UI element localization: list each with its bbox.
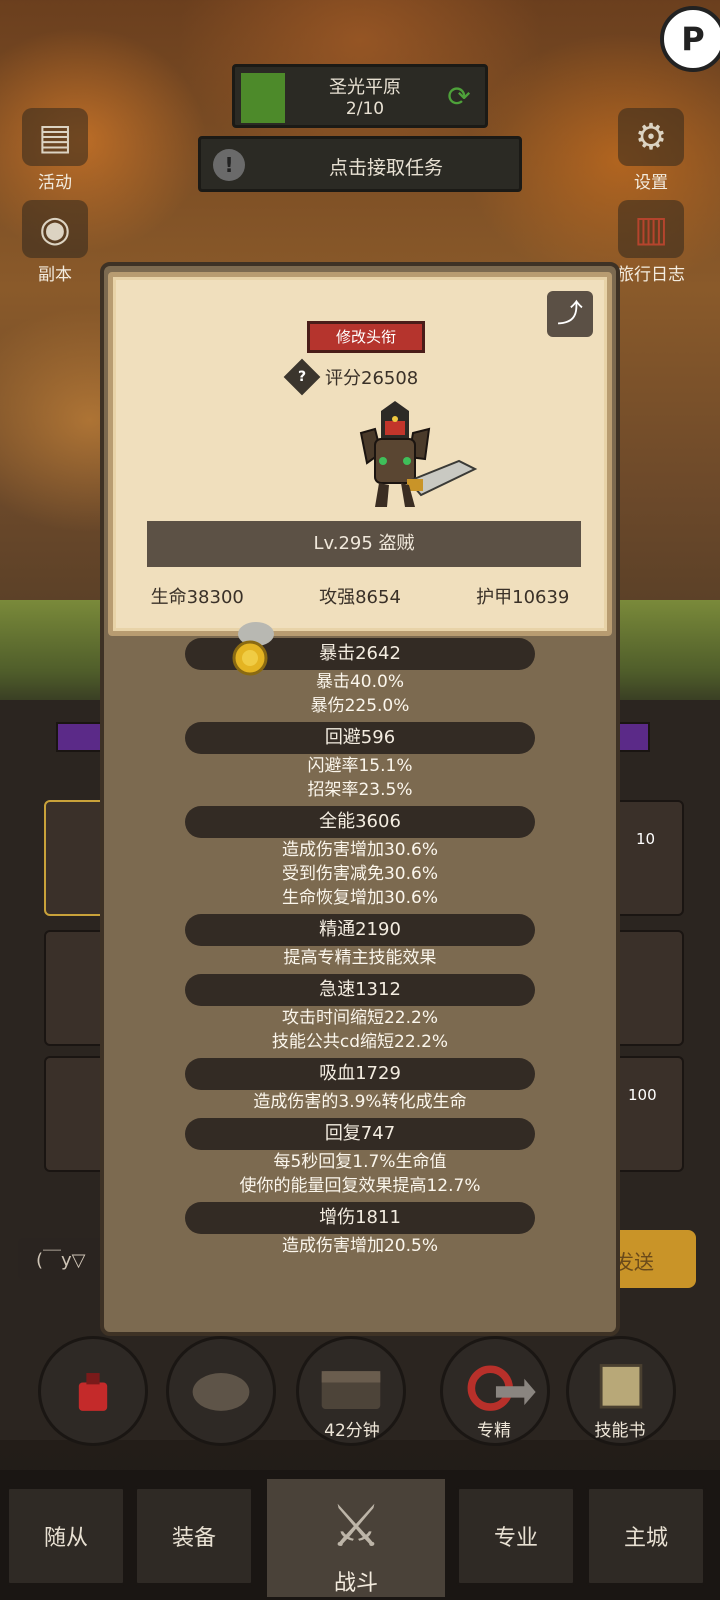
edit-title-button[interactable]: 修改头衔 (307, 321, 425, 353)
attribute-header: 增伤1811 (185, 1202, 535, 1234)
attribute-group: 精通2190 提高专精主技能效果 (104, 914, 616, 970)
attribute-group: 吸血1729 造成伤害的3.9%转化成生命 (104, 1058, 616, 1114)
refresh-icon[interactable]: ⟳ (443, 81, 475, 113)
attribute-detail: 造成伤害增加20.5% (281, 1236, 438, 1256)
attribute-header: 急速1312 (185, 974, 535, 1006)
scroll-icon: ▤ (22, 108, 88, 166)
potion-button[interactable] (38, 1336, 148, 1446)
slot-count-badge: 10 (636, 830, 656, 848)
tab-followers[interactable]: 随从 (6, 1486, 126, 1586)
task-label: 点击接取任务 (328, 157, 443, 179)
character-portrait (359, 401, 478, 507)
task-box[interactable]: ! 点击接取任务 (198, 136, 522, 192)
attribute-detail: 每5秒回复1.7%生命值 (273, 1152, 447, 1172)
chat-input[interactable]: (￣y▽ (18, 1238, 108, 1280)
armor-stat: 护甲10639 (476, 587, 570, 608)
journal-icon: ▥ (618, 200, 684, 258)
attribute-detail: 提高专精主技能效果 (283, 948, 437, 968)
tab-profession[interactable]: 专业 (456, 1486, 576, 1586)
attribute-header: 回避596 (185, 722, 535, 754)
bread-icon (192, 1373, 250, 1411)
attribute-detail: 攻击时间缩短22.2% (281, 1008, 438, 1028)
potion-icon (78, 1373, 108, 1411)
gear-icon: ⚙ (618, 108, 684, 166)
map-thumbnail (241, 73, 285, 123)
profile-corner-icon[interactable]: P (660, 6, 720, 72)
attribute-group: 全能3606 造成伤害增加30.6% 受到伤害减免30.6% 生命恢复增加30.6% (104, 806, 616, 910)
map-name: 圣光平原 (329, 77, 401, 98)
attribute-header: 吸血1729 (185, 1058, 535, 1090)
attack-stat: 攻强8654 (319, 587, 401, 608)
tab-battle-label: 战斗 (333, 1571, 378, 1596)
character-stats-panel: 修改头衔 ⤴ ? 评分26508 Lv.295 盗贼 生命38300 攻强865… (100, 262, 620, 1336)
settings-label: 设置 (634, 173, 668, 193)
activity-label: 活动 (38, 173, 72, 193)
activity-button[interactable]: ▤ 活动 (10, 108, 100, 193)
tab-battle[interactable]: ⚔ 战斗 (264, 1476, 448, 1600)
attribute-detail: 暴击40.0% (315, 672, 404, 692)
attribute-group: 回复747 每5秒回复1.7%生命值使你的能量回复效果提高12.7% (104, 1118, 616, 1198)
coin-bag-icon (232, 622, 274, 676)
hp-stat: 生命38300 (150, 587, 244, 608)
progress-bar-left (56, 722, 106, 752)
attribute-header: 回复747 (185, 1118, 535, 1150)
attribute-detail: 暴伤225.0% (310, 696, 410, 716)
alert-icon: ! (213, 149, 245, 181)
specialization-label: 专精 (477, 1421, 511, 1441)
share-icon[interactable]: ⤴ (547, 291, 593, 337)
tab-equipment[interactable]: 装备 (134, 1486, 254, 1586)
attribute-header: 精通2190 (185, 914, 535, 946)
portal-icon: ◉ (22, 200, 88, 258)
attribute-detail: 使你的能量回复效果提高12.7% (239, 1176, 481, 1196)
attribute-group: 增伤1811 造成伤害增加20.5% (104, 1202, 616, 1258)
attribute-detail: 招架率23.5% (307, 780, 413, 800)
attribute-detail: 闪避率15.1% (307, 756, 413, 776)
skill-book-label: 技能书 (594, 1421, 646, 1441)
score-value: 评分26508 (325, 368, 419, 389)
core-stats-row: 生命38300 攻强8654 护甲10639 (113, 583, 607, 609)
bread-button[interactable] (166, 1336, 276, 1446)
slot-count-badge: 100 (628, 1086, 657, 1104)
settings-button[interactable]: ⚙ 设置 (606, 108, 696, 193)
level-class-bar: Lv.295 盗贼 (147, 521, 581, 567)
attribute-group: 暴击2642 暴击40.0% 暴伤225.0% (104, 638, 616, 718)
character-card: 修改头衔 ⤴ ? 评分26508 Lv.295 盗贼 生命38300 攻强865… (108, 272, 612, 636)
chest-timer: 42分钟 (324, 1421, 380, 1441)
map-progress-box[interactable]: 圣光平原 2/10 ⟳ (232, 64, 488, 128)
dungeon-label: 副本 (38, 265, 72, 285)
attribute-detail: 技能公共cd缩短22.2% (271, 1032, 449, 1052)
help-icon[interactable]: ? (283, 358, 321, 396)
attribute-detail: 造成伤害增加30.6% (281, 840, 438, 860)
attribute-detail: 造成伤害的3.9%转化成生命 (253, 1092, 467, 1112)
map-progress: 2/10 (345, 99, 385, 119)
score-row: ? 评分26508 (283, 358, 419, 396)
attribute-group: 急速1312 攻击时间缩短22.2% 技能公共cd缩短22.2% (104, 974, 616, 1054)
crossed-swords-icon: ⚔ (330, 1492, 382, 1560)
attribute-header: 全能3606 (185, 806, 535, 838)
attribute-group: 回避596 闪避率15.1% 招架率23.5% (104, 722, 616, 802)
attribute-detail: 受到伤害减免30.6% (281, 864, 438, 884)
attribute-detail: 生命恢复增加30.6% (281, 888, 438, 908)
tab-main-city[interactable]: 主城 (586, 1486, 706, 1586)
attribute-list: 暴击2642 暴击40.0% 暴伤225.0% 回避596 闪避率15.1% 招架率23.… (104, 638, 616, 1258)
dungeon-button[interactable]: ◉ 副本 (10, 200, 100, 285)
